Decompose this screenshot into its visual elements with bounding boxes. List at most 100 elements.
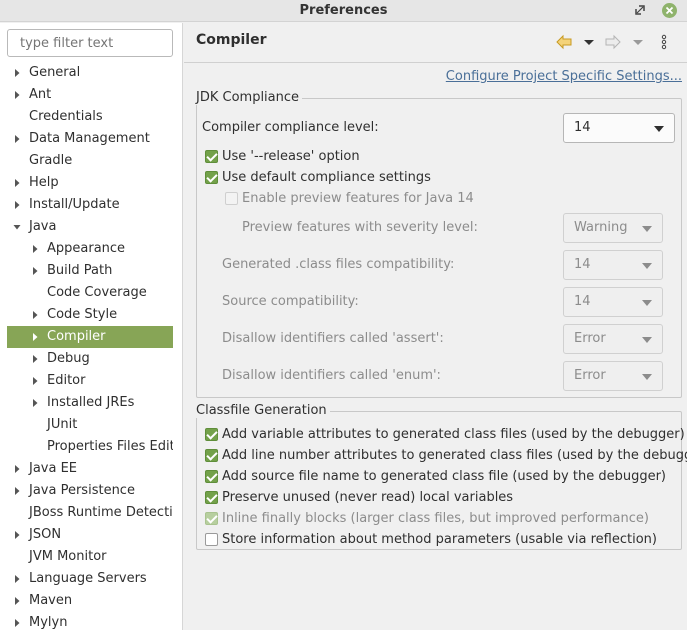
chevron-right-icon[interactable] bbox=[31, 332, 39, 342]
restore-icon[interactable] bbox=[633, 3, 647, 17]
chevron-right-icon[interactable] bbox=[13, 68, 21, 78]
classfile-option-checkbox[interactable] bbox=[205, 470, 218, 483]
sidebar-item-gradle[interactable]: Gradle bbox=[7, 150, 173, 172]
forward-arrow-icon[interactable] bbox=[605, 34, 621, 50]
sidebar-item-label: Debug bbox=[47, 351, 90, 366]
chevron-right-icon[interactable] bbox=[31, 310, 39, 320]
sidebar-item-label: Install/Update bbox=[29, 197, 120, 212]
chevron-right-icon[interactable] bbox=[13, 486, 21, 496]
back-arrow-icon[interactable] bbox=[556, 34, 572, 50]
sidebar-item-label: Java bbox=[29, 219, 57, 234]
close-button[interactable] bbox=[662, 3, 677, 18]
chevron-right-icon[interactable] bbox=[13, 200, 21, 210]
classfile-option-label: Add line number attributes to generated … bbox=[222, 448, 687, 463]
chevron-right-icon[interactable] bbox=[31, 376, 39, 386]
sidebar-item-general[interactable]: General bbox=[7, 62, 173, 84]
sidebar-item-java-persistence[interactable]: Java Persistence bbox=[7, 480, 173, 502]
sidebar-item-language-servers[interactable]: Language Servers bbox=[7, 568, 173, 590]
sidebar-item-junit[interactable]: JUnit bbox=[7, 414, 173, 436]
view-menu-icon[interactable] bbox=[660, 34, 668, 50]
sidebar-item-build-path[interactable]: Build Path bbox=[7, 260, 173, 282]
chevron-right-icon[interactable] bbox=[13, 90, 21, 100]
sidebar-item-code-coverage[interactable]: Code Coverage bbox=[7, 282, 173, 304]
classfile-option-checkbox[interactable] bbox=[205, 491, 218, 504]
title-bar: Preferences bbox=[0, 0, 687, 22]
sidebar-item-java-ee[interactable]: Java EE bbox=[7, 458, 173, 480]
source-compat-label: Source compatibility: bbox=[222, 294, 359, 309]
sidebar-item-label: Maven bbox=[29, 593, 73, 608]
class-compat-value: 14 bbox=[574, 257, 591, 272]
sidebar-item-java[interactable]: Java bbox=[7, 216, 173, 238]
filter-input[interactable] bbox=[7, 29, 173, 57]
chevron-down-icon bbox=[642, 337, 652, 343]
sidebar-item-editor[interactable]: Editor bbox=[7, 370, 173, 392]
classfile-option-label: Add source file name to generated class … bbox=[222, 469, 666, 484]
assert-identifier-select[interactable]: Error bbox=[563, 324, 663, 354]
chevron-right-icon[interactable] bbox=[13, 134, 21, 144]
page-header: Compiler bbox=[184, 23, 687, 62]
chevron-right-icon[interactable] bbox=[31, 354, 39, 364]
release-option-checkbox[interactable] bbox=[205, 150, 218, 163]
sidebar-item-debug[interactable]: Debug bbox=[7, 348, 173, 370]
chevron-right-icon[interactable] bbox=[31, 266, 39, 276]
compliance-level-select[interactable]: 14 bbox=[563, 113, 675, 143]
sidebar-item-installed-jres[interactable]: Installed JREs bbox=[7, 392, 173, 414]
sidebar-item-label: Code Style bbox=[47, 307, 118, 322]
classfile-option-checkbox[interactable] bbox=[205, 449, 218, 462]
sidebar-item-jboss-runtime-detectio[interactable]: JBoss Runtime Detectio bbox=[7, 502, 173, 524]
forward-menu-icon[interactable] bbox=[632, 34, 644, 50]
chevron-down-icon[interactable] bbox=[13, 222, 21, 232]
back-menu-icon[interactable] bbox=[583, 34, 595, 50]
preview-severity-label: Preview features with severity level: bbox=[242, 220, 478, 235]
source-compat-select[interactable]: 14 bbox=[563, 287, 663, 317]
source-compat-value: 14 bbox=[574, 294, 591, 309]
classfile-option-checkbox[interactable] bbox=[205, 428, 218, 441]
sidebar-item-mylyn[interactable]: Mylyn bbox=[7, 612, 173, 630]
chevron-right-icon[interactable] bbox=[13, 618, 21, 628]
sidebar-item-credentials[interactable]: Credentials bbox=[7, 106, 173, 128]
chevron-right-icon[interactable] bbox=[13, 574, 21, 584]
enum-identifier-select[interactable]: Error bbox=[563, 361, 663, 391]
chevron-right-icon[interactable] bbox=[13, 596, 21, 606]
classfile-generation-title: Classfile Generation bbox=[196, 403, 330, 418]
enable-preview-label: Enable preview features for Java 14 bbox=[242, 191, 474, 206]
chevron-down-icon bbox=[642, 263, 652, 269]
sidebar-item-label: Code Coverage bbox=[47, 285, 147, 300]
sidebar-item-label: Credentials bbox=[29, 109, 103, 124]
sidebar-item-properties-files-edito[interactable]: Properties Files Edito bbox=[7, 436, 173, 458]
sidebar-item-label: JBoss Runtime Detectio bbox=[29, 505, 173, 520]
assert-identifier-label: Disallow identifiers called 'assert': bbox=[222, 331, 444, 346]
configure-project-settings-link[interactable]: Configure Project Specific Settings... bbox=[446, 69, 682, 84]
classfile-option-checkbox[interactable] bbox=[205, 512, 218, 525]
sidebar-item-label: Editor bbox=[47, 373, 86, 388]
sidebar-item-label: Compiler bbox=[47, 329, 106, 344]
sidebar-item-label: General bbox=[29, 65, 81, 80]
preferences-sidebar: General Ant Credentials Data Management Grad… bbox=[0, 23, 183, 630]
sidebar-item-label: Ant bbox=[29, 87, 52, 102]
preview-severity-select[interactable]: Warning bbox=[563, 213, 663, 243]
sidebar-item-install-update[interactable]: Install/Update bbox=[7, 194, 173, 216]
sidebar-item-code-style[interactable]: Code Style bbox=[7, 304, 173, 326]
sidebar-item-help[interactable]: Help bbox=[7, 172, 173, 194]
assert-identifier-value: Error bbox=[574, 331, 606, 346]
sidebar-item-jvm-monitor[interactable]: JVM Monitor bbox=[7, 546, 173, 568]
sidebar-item-ant[interactable]: Ant bbox=[7, 84, 173, 106]
classfile-option-checkbox[interactable] bbox=[205, 533, 218, 546]
sidebar-item-appearance[interactable]: Appearance bbox=[7, 238, 173, 260]
default-compliance-checkbox[interactable] bbox=[205, 171, 218, 184]
window-title: Preferences bbox=[299, 3, 388, 18]
sidebar-item-data-management[interactable]: Data Management bbox=[7, 128, 173, 150]
sidebar-item-maven[interactable]: Maven bbox=[7, 590, 173, 612]
enable-preview-checkbox[interactable] bbox=[225, 192, 238, 205]
chevron-right-icon[interactable] bbox=[31, 398, 39, 408]
class-compat-select[interactable]: 14 bbox=[563, 250, 663, 280]
chevron-right-icon[interactable] bbox=[31, 244, 39, 254]
page-title: Compiler bbox=[196, 32, 267, 48]
close-icon bbox=[665, 6, 674, 15]
classfile-option-label: Preserve unused (never read) local varia… bbox=[222, 490, 514, 505]
chevron-right-icon[interactable] bbox=[13, 530, 21, 540]
sidebar-item-compiler[interactable]: Compiler bbox=[7, 326, 173, 348]
chevron-right-icon[interactable] bbox=[13, 464, 21, 474]
chevron-right-icon[interactable] bbox=[13, 178, 21, 188]
sidebar-item-json[interactable]: JSON bbox=[7, 524, 173, 546]
